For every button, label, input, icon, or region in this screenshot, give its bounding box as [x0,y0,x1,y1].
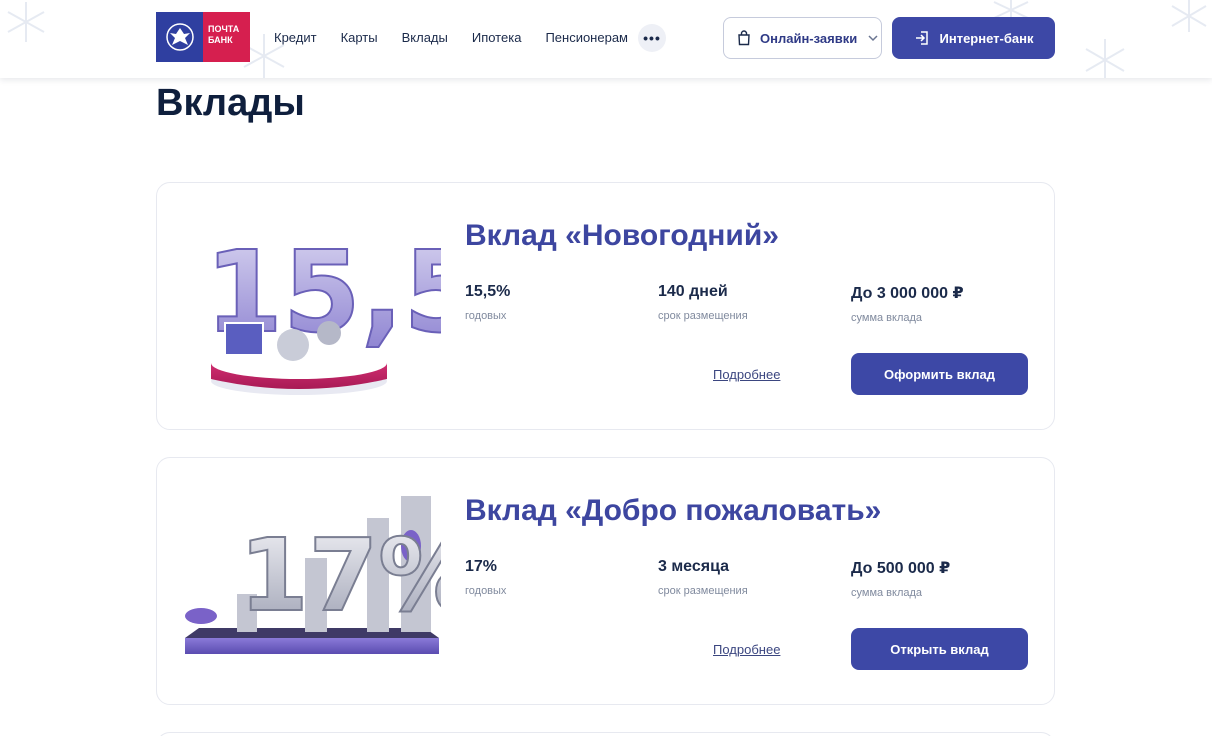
deposit-promo-image: 15,5% [204,227,441,395]
deposit-title: Вклад «Добро пожаловать» [465,494,882,527]
open-deposit-button[interactable]: Открыть вклад [851,628,1028,670]
stat-amount: До 500 000 ₽ сумма вклада [851,560,951,599]
apply-deposit-button[interactable]: Оформить вклад [851,353,1028,395]
nav-item-credit[interactable]: Кредит [274,30,317,45]
login-icon [915,31,928,45]
stat-rate: 15,5% годовых [465,283,511,322]
main-nav: Кредит Карты Вклады Ипотека Пенсионерам [274,30,628,45]
site-header: ПОЧТА БАНК Кредит Карты Вклады Ипотека П… [0,0,1212,78]
chevron-down-icon [868,35,878,42]
nav-item-deposits[interactable]: Вклады [402,30,448,45]
nav-item-mortgage[interactable]: Ипотека [472,30,522,45]
pochta-bank-logo[interactable]: ПОЧТА БАНК [156,12,250,62]
stat-term: 140 дней срок размещения [658,283,748,322]
nav-item-cards[interactable]: Карты [341,30,378,45]
more-details-link[interactable]: Подробнее [713,367,780,382]
deposit-title: Вклад «Новогодний» [465,219,779,252]
snowflake-icon [1171,0,1207,32]
deposit-card-welcome: 17% Вклад «Добро пожаловать» 17% годовых… [156,457,1055,705]
online-applications-label: Онлайн-заявки [760,30,858,46]
nav-item-pensioners[interactable]: Пенсионерам [545,30,628,45]
snowflake-icon [7,2,45,42]
online-applications-button[interactable]: Онлайн-заявки [723,17,882,59]
page-title: Вклады [156,82,305,124]
internet-bank-label: Интернет-банк [939,30,1034,46]
stat-term: 3 месяца срок размещения [658,558,748,597]
more-details-link[interactable]: Подробнее [713,642,780,657]
internet-bank-button[interactable]: Интернет-банк [892,17,1055,59]
deposit-card-partial [156,732,1055,736]
promo-rate-text: 17% [239,517,441,634]
bag-icon [738,30,750,46]
logo-wordmark: ПОЧТА БАНК [203,12,250,62]
more-dots-icon[interactable]: ••• [638,24,666,52]
deposit-promo-image: 17% [185,496,441,654]
stat-amount: До 3 000 000 ₽ сумма вклада [851,285,964,324]
eagle-emblem-icon [156,12,203,62]
snowflake-icon [1085,39,1125,78]
deposit-card-new-year: 15,5% Вклад «Новогодний» 15,5% годовых 1… [156,182,1055,430]
stat-rate: 17% годовых [465,558,507,597]
